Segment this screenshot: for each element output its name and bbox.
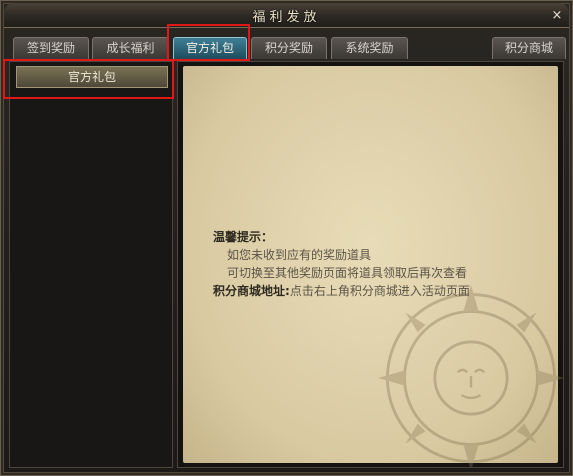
tab-system-reward[interactable]: 系统奖励 bbox=[331, 37, 408, 59]
tab-points-mall[interactable]: 积分商城 bbox=[492, 37, 566, 59]
tab-bar: 签到奖励 成长福利 官方礼包 积分奖励 系统奖励 积分商城 bbox=[9, 37, 566, 59]
notice-line-2: 可切换至其他奖励页面将道具领取后再次查看 bbox=[227, 266, 468, 280]
sun-emblem-icon bbox=[377, 284, 563, 467]
points-mall-address-text: 点击右上角积分商城进入活动页面 bbox=[289, 284, 470, 298]
parchment-background: 温馨提示： 如您未收到应有的奖励道具 可切换至其他奖励页面将道具领取后再次查看 … bbox=[183, 66, 563, 467]
points-mall-address: 积分商城地址:点击右上角积分商城进入活动页面 bbox=[213, 282, 470, 300]
welfare-window: 福利发放 × 签到奖励 成长福利 官方礼包 积分奖励 系统奖励 积分商城 官方礼… bbox=[0, 0, 573, 476]
tab-sign-in-reward[interactable]: 签到奖励 bbox=[13, 37, 89, 59]
tab-points-reward[interactable]: 积分奖励 bbox=[251, 37, 327, 59]
tab-official-gift[interactable]: 官方礼包 bbox=[173, 37, 247, 59]
title-bar: 福利发放 bbox=[4, 3, 569, 28]
content-panel: 温馨提示： 如您未收到应有的奖励道具 可切换至其他奖励页面将道具领取后再次查看 … bbox=[177, 61, 564, 468]
notice-line-1: 如您未收到应有的奖励道具 bbox=[227, 248, 372, 262]
sidebar: 官方礼包 bbox=[9, 61, 173, 468]
sidebar-item-official-gift[interactable]: 官方礼包 bbox=[16, 66, 168, 88]
tab-growth-welfare[interactable]: 成长福利 bbox=[92, 37, 169, 59]
close-icon[interactable]: × bbox=[550, 9, 564, 23]
window-title: 福利发放 bbox=[252, 10, 321, 25]
points-mall-address-label: 积分商城地址: bbox=[213, 284, 290, 298]
notice-text: 温馨提示： 如您未收到应有的奖励道具 可切换至其他奖励页面将道具领取后再次查看 … bbox=[213, 228, 470, 300]
notice-heading: 温馨提示： bbox=[213, 230, 274, 244]
